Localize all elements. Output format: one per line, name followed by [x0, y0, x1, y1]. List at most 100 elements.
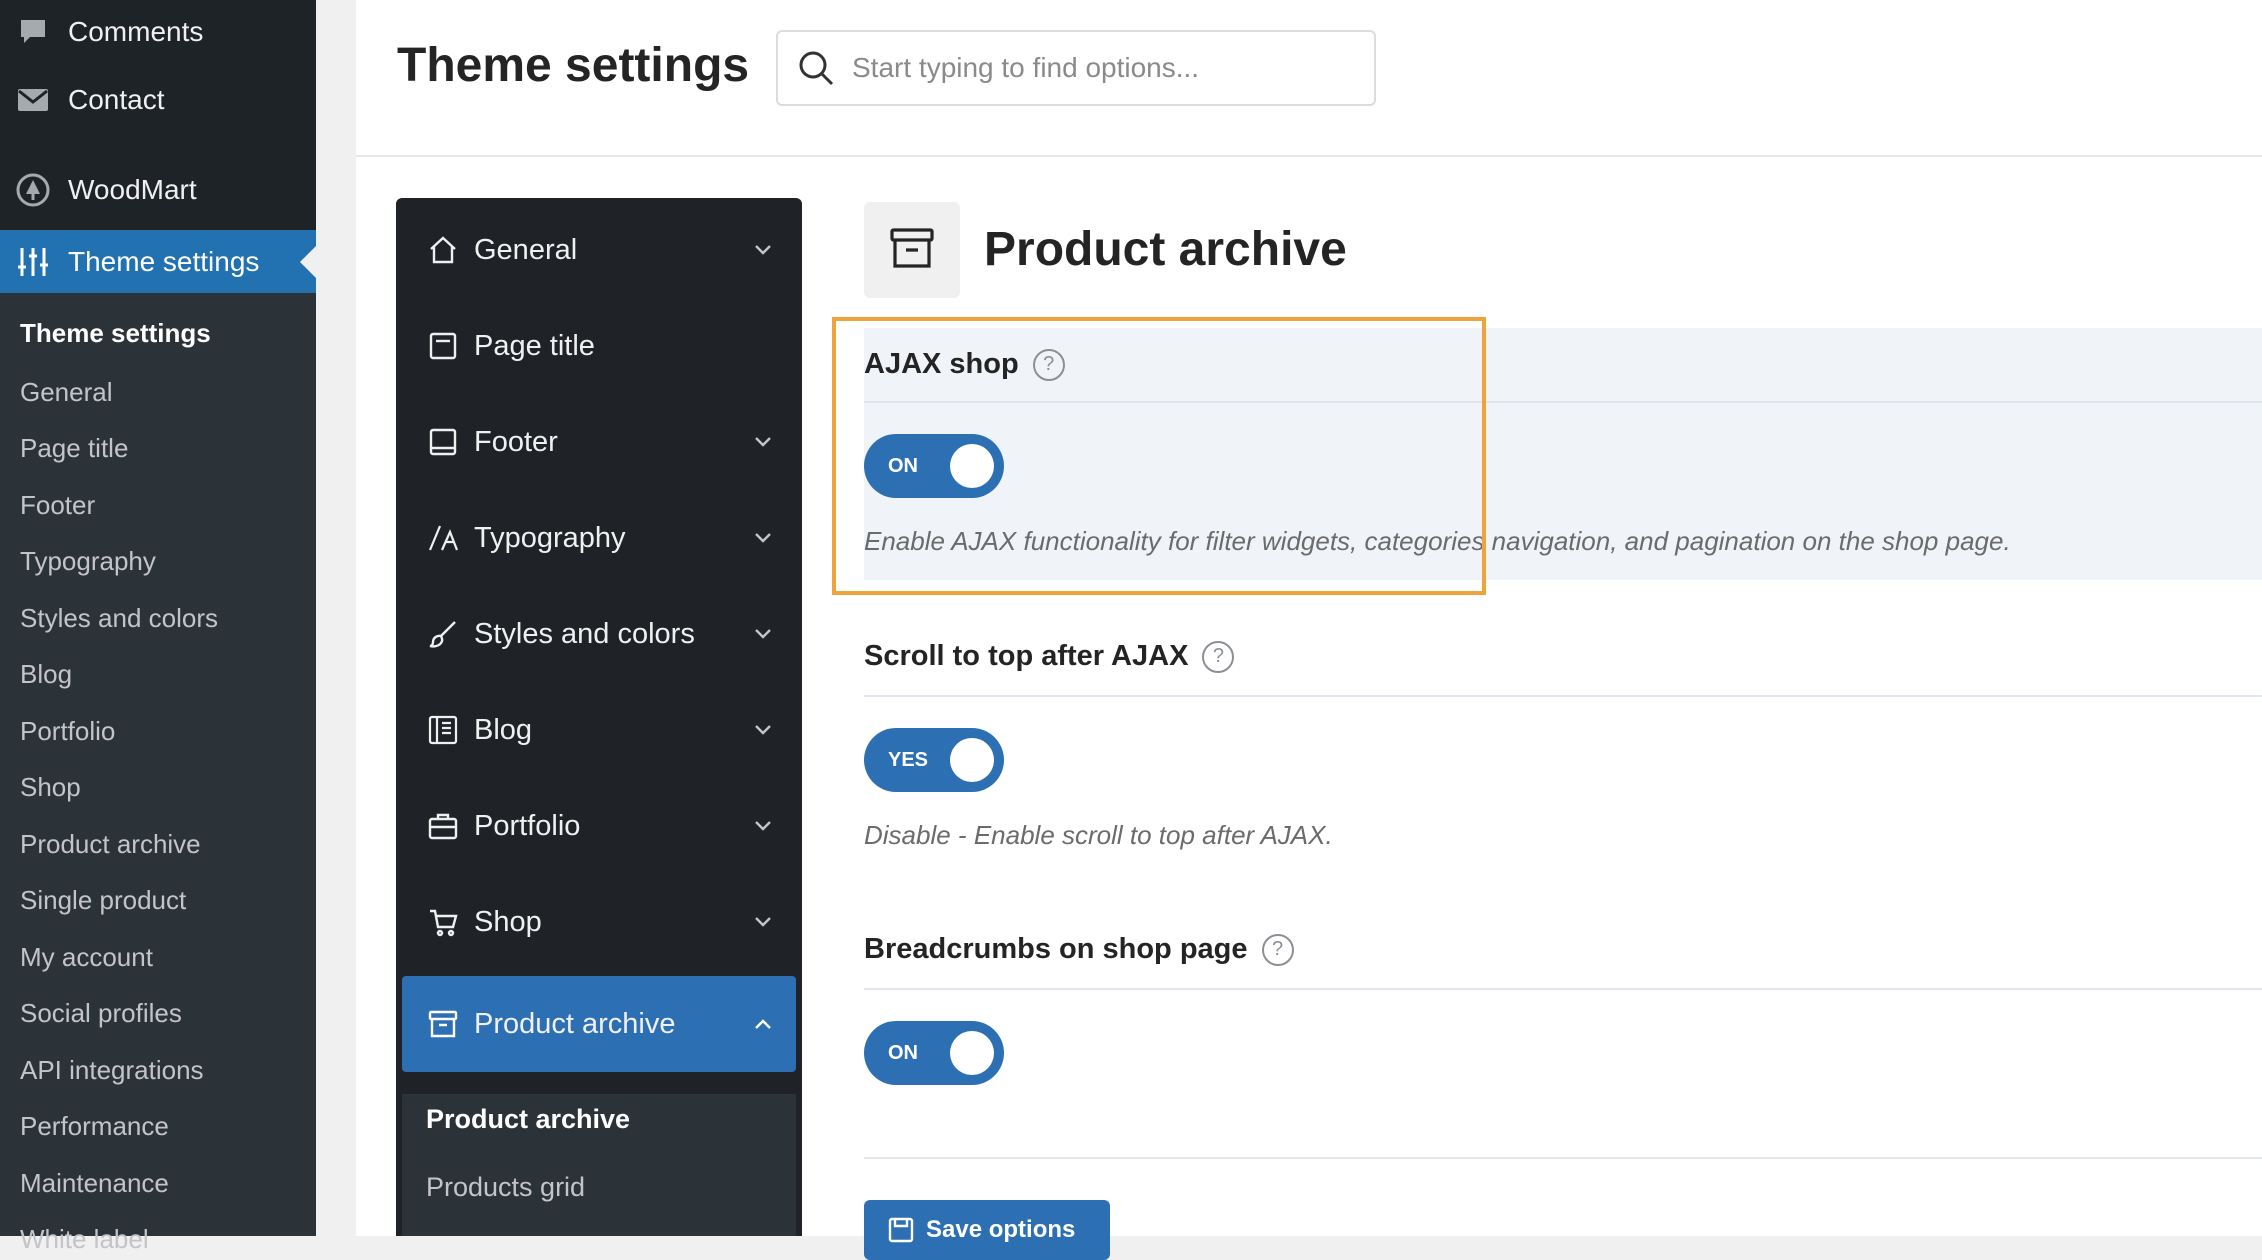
nav-item-shop[interactable]: Shop: [402, 874, 796, 970]
section-icon: [864, 202, 960, 298]
chevron-down-icon: [752, 815, 774, 837]
chevron-down-icon: [752, 239, 774, 261]
option-description: Enable AJAX functionality for filter wid…: [864, 526, 2011, 556]
help-icon[interactable]: ?: [1032, 348, 1065, 381]
chevron-down-icon: [752, 623, 774, 645]
wp-submenu-item-my-account[interactable]: My account: [20, 942, 153, 973]
option-title: Scroll to top after AJAX ?: [864, 640, 1235, 673]
nav-item-portfolio[interactable]: Portfolio: [402, 778, 796, 874]
wp-submenu-item-theme-settings[interactable]: Theme settings: [20, 318, 211, 349]
nav-submenu-item-product-archive[interactable]: Product archive: [426, 1104, 630, 1135]
wp-submenu-item-styles-and-colors[interactable]: Styles and colors: [20, 603, 218, 634]
option-title: Breadcrumbs on shop page ?: [864, 933, 1294, 966]
chevron-down-icon: [752, 719, 774, 741]
option-breadcrumbs: Breadcrumbs on shop page ? ON: [864, 913, 2262, 1163]
nav-item-styles-and-colors[interactable]: Styles and colors: [402, 586, 796, 682]
option-title: AJAX shop ?: [864, 348, 1065, 381]
option-title-text: AJAX shop: [864, 348, 1019, 380]
search-input[interactable]: [852, 52, 1352, 84]
wp-menu-label: WoodMart: [68, 174, 197, 205]
main-area: Theme settings General Page title: [356, 0, 2262, 1260]
save-options-button[interactable]: Save options: [864, 1200, 1110, 1260]
wp-menu-woodmart[interactable]: WoodMart: [0, 161, 316, 219]
nav-item-label: Typography: [474, 521, 626, 554]
cart-icon: [426, 905, 460, 939]
nav-item-label: Shop: [474, 905, 542, 938]
options-nav: General Page title Footer Typography Sty…: [396, 198, 802, 1236]
wp-submenu-item-page-title[interactable]: Page title: [20, 433, 128, 464]
wp-admin-sidebar: Comments Contact WoodMart Theme settings…: [0, 0, 316, 1254]
wp-submenu-item-typography[interactable]: Typography: [20, 546, 156, 577]
wp-menu-label: Theme settings: [68, 245, 260, 277]
chevron-down-icon: [752, 911, 774, 933]
wp-submenu-item-api-integrations[interactable]: API integrations: [20, 1055, 204, 1086]
wp-submenu: Theme settings General Page title Footer…: [0, 293, 316, 1254]
ajax-shop-toggle[interactable]: ON: [864, 434, 1004, 498]
divider: [864, 988, 2262, 990]
toggle-state: ON: [888, 454, 918, 477]
nav-item-label: General: [474, 233, 578, 266]
typography-icon: [426, 521, 460, 555]
home-icon: [426, 233, 460, 267]
search-box[interactable]: [776, 30, 1376, 106]
wp-submenu-item-social-profiles[interactable]: Social profiles: [20, 998, 182, 1029]
wp-submenu-item-general[interactable]: General: [20, 377, 113, 408]
wp-submenu-item-white-label[interactable]: White label: [20, 1224, 149, 1255]
nav-item-label: Page title: [474, 329, 595, 362]
nav-item-page-title[interactable]: Page title: [402, 298, 796, 394]
nav-item-label: Portfolio: [474, 809, 581, 842]
archive-icon: [426, 1007, 460, 1041]
nav-item-general[interactable]: General: [402, 202, 796, 298]
wp-submenu-item-blog[interactable]: Blog: [20, 659, 72, 690]
nav-item-label: Footer: [474, 425, 558, 458]
divider: [864, 695, 2262, 697]
breadcrumbs-toggle[interactable]: ON: [864, 1021, 1004, 1085]
nav-item-blog[interactable]: Blog: [402, 682, 796, 778]
nav-item-label: Product archive: [474, 1007, 676, 1040]
scroll-to-top-toggle[interactable]: YES: [864, 728, 1004, 792]
save-button-label: Save options: [926, 1216, 1076, 1243]
option-description: Disable - Enable scroll to top after AJA…: [864, 820, 1333, 850]
wp-menu-contact[interactable]: Contact: [0, 71, 316, 129]
divider: [864, 401, 2262, 403]
wp-submenu-item-product-archive[interactable]: Product archive: [20, 829, 201, 860]
nav-item-label: Styles and colors: [474, 617, 695, 650]
toggle-knob: [950, 444, 994, 488]
help-icon[interactable]: ?: [1261, 933, 1294, 966]
footer-icon: [426, 425, 460, 459]
brush-icon: [426, 617, 460, 651]
wp-submenu-item-shop[interactable]: Shop: [20, 772, 81, 803]
option-scroll-to-top: Scroll to top after AJAX ? YES Disable -…: [864, 620, 2262, 860]
toggle-knob: [950, 738, 994, 782]
nav-submenu-item-products-grid[interactable]: Products grid: [426, 1172, 585, 1203]
nav-item-label: Blog: [474, 713, 533, 746]
wp-submenu-item-maintenance[interactable]: Maintenance: [20, 1168, 169, 1199]
option-title-text: Breadcrumbs on shop page: [864, 933, 1248, 965]
wp-menu-label: Contact: [68, 84, 165, 115]
comment-icon: [16, 15, 50, 49]
briefcase-icon: [426, 809, 460, 843]
help-icon[interactable]: ?: [1202, 640, 1235, 673]
woodmart-logo-icon: [16, 173, 50, 207]
wp-submenu-item-single-product[interactable]: Single product: [20, 885, 186, 916]
wp-submenu-item-portfolio[interactable]: Portfolio: [20, 716, 115, 747]
wp-menu-theme-settings[interactable]: Theme settings: [0, 230, 316, 293]
archive-icon: [888, 224, 936, 277]
toggle-knob: [950, 1031, 994, 1075]
sliders-icon: [16, 245, 50, 279]
toggle-state: YES: [888, 748, 929, 771]
section-title: Product archive: [984, 223, 1347, 276]
wp-submenu-item-footer[interactable]: Footer: [20, 490, 95, 521]
chevron-up-icon: [752, 1013, 774, 1035]
nav-item-product-archive[interactable]: Product archive: [402, 976, 796, 1072]
divider: [864, 1157, 2262, 1159]
nav-item-footer[interactable]: Footer: [402, 394, 796, 490]
mail-icon: [16, 83, 50, 117]
nav-item-typography[interactable]: Typography: [402, 490, 796, 586]
wp-menu-comments[interactable]: Comments: [0, 3, 316, 61]
option-title-text: Scroll to top after AJAX: [864, 640, 1189, 672]
wp-submenu-item-performance[interactable]: Performance: [20, 1111, 169, 1142]
page-title: Theme settings: [397, 39, 750, 92]
page-title-icon: [426, 329, 460, 363]
wp-menu-label: Comments: [68, 16, 204, 47]
